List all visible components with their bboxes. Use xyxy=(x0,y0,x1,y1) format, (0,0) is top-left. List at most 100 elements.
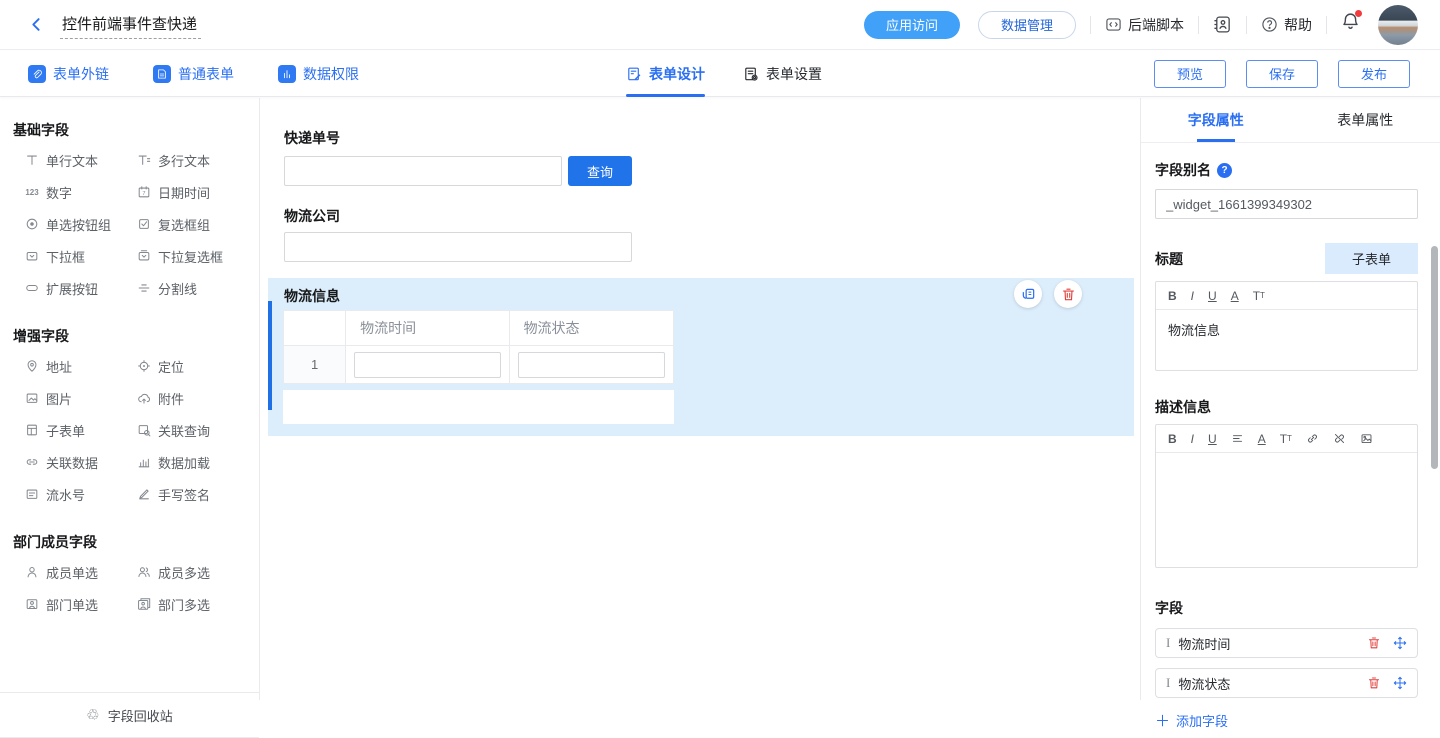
back-icon[interactable] xyxy=(26,15,46,35)
number-icon: 123 xyxy=(24,188,40,197)
underline-button[interactable]: U xyxy=(1208,289,1217,303)
insert-image-button[interactable] xyxy=(1360,432,1373,445)
sidebar-item-扩展按钮[interactable]: 扩展按钮 xyxy=(24,272,136,304)
move-field-handle[interactable] xyxy=(1393,636,1407,650)
textarea-icon xyxy=(136,153,152,167)
font-color-button[interactable]: A xyxy=(1258,432,1266,446)
query-button[interactable]: 查询 xyxy=(568,156,632,186)
tab-field-properties[interactable]: 字段属性 xyxy=(1141,98,1291,142)
form-canvas[interactable]: 快递单号 查询 物流公司 物流信息 物流时间物流状态 1 xyxy=(261,98,1140,700)
data-manage-button[interactable]: 数据管理 xyxy=(978,11,1076,39)
sidebar-item-部门单选[interactable]: 部门单选 xyxy=(24,588,136,620)
panel-field-row[interactable]: I 物流时间 xyxy=(1155,628,1418,658)
fields-label: 字段 xyxy=(1155,598,1418,618)
sidebar-item-单行文本[interactable]: 单行文本 xyxy=(24,144,136,176)
divider xyxy=(1326,16,1327,34)
sidebar-item-分割线[interactable]: 分割线 xyxy=(136,272,248,304)
help-button[interactable]: 帮助 xyxy=(1261,15,1312,35)
notification-dot xyxy=(1355,10,1362,17)
sidebar-item-label: 定位 xyxy=(158,357,184,376)
toolbar-link[interactable]: 数据权限 xyxy=(278,64,359,84)
move-field-handle[interactable] xyxy=(1393,676,1407,690)
bold-button[interactable]: B xyxy=(1168,432,1177,446)
sidebar-item-下拉复选框[interactable]: 下拉复选框 xyxy=(136,240,248,272)
question-icon[interactable]: ? xyxy=(1217,163,1232,178)
backend-script-button[interactable]: 后端脚本 xyxy=(1105,15,1184,35)
plus-icon: ＋ xyxy=(1155,710,1170,731)
sidebar-item-附件[interactable]: 附件 xyxy=(136,382,248,414)
align-button[interactable] xyxy=(1231,432,1244,445)
sidebar-item-label: 手写签名 xyxy=(158,485,210,504)
sidebar-item-地址[interactable]: 地址 xyxy=(24,350,136,382)
sidebar-item-单选按钮组[interactable]: 单选按钮组 xyxy=(24,208,136,240)
divider-icon xyxy=(136,281,152,295)
tab-form-settings[interactable]: 表单设置 xyxy=(743,51,822,97)
tab-form-properties[interactable]: 表单属性 xyxy=(1291,98,1440,142)
form-settings-icon xyxy=(743,66,759,82)
contact-book-icon[interactable] xyxy=(1213,15,1232,34)
widget-type-badge: 子表单 xyxy=(1325,243,1418,274)
panel-scrollbar-thumb[interactable] xyxy=(1431,246,1438,469)
app-access-button[interactable]: 应用访问 xyxy=(864,11,960,39)
sidebar-item-数据加载[interactable]: 数据加载 xyxy=(136,446,248,478)
field-recycle-bin-button[interactable]: ♲ 字段回收站 xyxy=(0,692,259,738)
field-alias-input[interactable] xyxy=(1155,189,1418,219)
duplicate-widget-button[interactable] xyxy=(1014,280,1042,308)
delete-field-button[interactable] xyxy=(1367,676,1381,690)
subform-widget-selected[interactable]: 物流信息 物流时间物流状态 1 xyxy=(268,278,1134,436)
sidebar-item-数字[interactable]: 123数字 xyxy=(24,176,136,208)
sidebar-item-定位[interactable]: 定位 xyxy=(136,350,248,382)
sidebar-item-下拉框[interactable]: 下拉框 xyxy=(24,240,136,272)
toolbar-link[interactable]: 普通表单 xyxy=(153,64,234,84)
sidebar-item-成员单选[interactable]: 成员单选 xyxy=(24,556,136,588)
description-editor-content[interactable] xyxy=(1156,453,1417,567)
sidebar-item-日期时间[interactable]: 7日期时间 xyxy=(136,176,248,208)
sidebar-item-手写签名[interactable]: 手写签名 xyxy=(136,478,248,510)
font-size-button[interactable]: TT xyxy=(1280,432,1292,446)
sidebar-item-流水号[interactable]: 流水号 xyxy=(24,478,136,510)
publish-button[interactable]: 发布 xyxy=(1338,60,1410,88)
divider xyxy=(1198,16,1199,34)
sidebar-item-label: 关联查询 xyxy=(158,421,210,440)
underline-button[interactable]: U xyxy=(1208,432,1217,446)
subform-cell-input[interactable] xyxy=(518,352,665,378)
delete-widget-button[interactable] xyxy=(1054,280,1082,308)
divider xyxy=(1246,16,1247,34)
title-editor-content[interactable]: 物流信息 xyxy=(1156,310,1417,370)
sidebar-item-成员多选[interactable]: 成员多选 xyxy=(136,556,248,588)
delete-field-button[interactable] xyxy=(1367,636,1381,650)
sidebar-item-label: 扩展按钮 xyxy=(46,279,98,298)
sidebar-item-关联数据[interactable]: 关联数据 xyxy=(24,446,136,478)
subform-add-row-area[interactable] xyxy=(283,390,674,424)
font-color-button[interactable]: A xyxy=(1231,289,1239,303)
sidebar-item-多行文本[interactable]: 多行文本 xyxy=(136,144,248,176)
sidebar-item-label: 部门单选 xyxy=(46,595,98,614)
sidebar-item-复选框组[interactable]: 复选框组 xyxy=(136,208,248,240)
unlink-button[interactable] xyxy=(1333,432,1346,445)
toolbar-link[interactable]: 表单外链 xyxy=(28,64,109,84)
tab-form-design[interactable]: 表单设计 xyxy=(626,51,705,97)
font-size-button[interactable]: TT xyxy=(1253,289,1265,303)
user-avatar[interactable] xyxy=(1378,5,1418,45)
preview-button[interactable]: 预览 xyxy=(1154,60,1226,88)
panel-field-label: 物流状态 xyxy=(1178,674,1367,693)
notification-bell-icon[interactable] xyxy=(1341,12,1360,37)
toolbar-links: 表单外链 普通表单 数据权限 xyxy=(28,64,403,84)
italic-button[interactable]: I xyxy=(1191,289,1194,303)
page-title[interactable]: 控件前端事件查快递 xyxy=(60,11,201,39)
sidebar-item-部门多选[interactable]: 部门多选 xyxy=(136,588,248,620)
subform-cell-input[interactable] xyxy=(354,352,500,378)
link-button[interactable] xyxy=(1306,432,1319,445)
add-field-button[interactable]: ＋ 添加字段 xyxy=(1155,710,1418,731)
toolbar-tabs: 表单设计表单设置 xyxy=(626,51,860,97)
italic-button[interactable]: I xyxy=(1191,432,1194,446)
title-label: 标题 xyxy=(1155,249,1183,269)
logistics-company-input[interactable] xyxy=(284,232,632,262)
sidebar-item-子表单[interactable]: 子表单 xyxy=(24,414,136,446)
panel-field-row[interactable]: I 物流状态 xyxy=(1155,668,1418,698)
sidebar-item-关联查询[interactable]: 关联查询 xyxy=(136,414,248,446)
express-no-input[interactable] xyxy=(284,156,562,186)
save-button[interactable]: 保存 xyxy=(1246,60,1318,88)
sidebar-item-图片[interactable]: 图片 xyxy=(24,382,136,414)
bold-button[interactable]: B xyxy=(1168,289,1177,303)
